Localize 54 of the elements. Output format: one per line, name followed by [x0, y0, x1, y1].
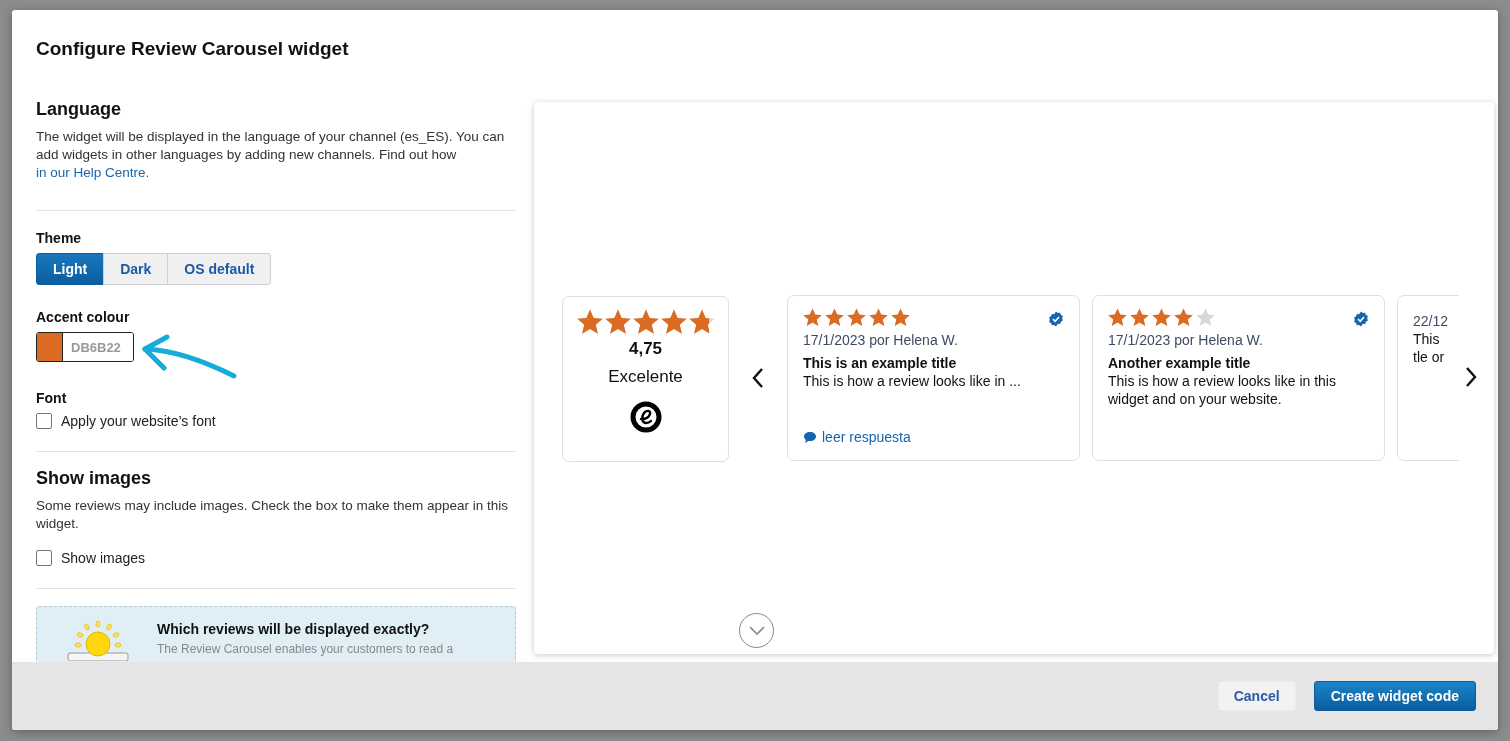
language-description: The widget will be displayed in the language of your channel (es_ES). You can add widgets in other languages by adding new channels. Find out how in our Help Centre. — [36, 128, 506, 182]
star-icon — [891, 308, 910, 327]
logo-icon — [629, 401, 662, 433]
checkbox-label: Apply your website’s font — [61, 413, 216, 429]
accent-colour-label: Accent colour — [36, 309, 131, 325]
theme-option[interactable]: Light — [36, 253, 105, 285]
images-description: Some reviews may include images. Check the box to make them appear in this widget. — [36, 497, 509, 533]
font-label: Font — [36, 390, 68, 406]
create-widget-code-button[interactable]: Create widget code — [1313, 681, 1476, 711]
theme-option[interactable]: Dark — [103, 253, 169, 285]
review-text: This is how a review looks like in this widget and on your website. — [1108, 372, 1337, 408]
review-text: This is how a review looks like in ... — [803, 372, 1022, 390]
read-reply-link[interactable]: leer respuesta — [803, 429, 1064, 445]
star-icon — [1174, 308, 1193, 327]
chevron-right-icon — [1464, 365, 1478, 388]
review-text: This tle or — [1413, 330, 1446, 366]
star-icon — [1130, 308, 1149, 327]
help-centre-link[interactable]: in our Help Centre. — [36, 165, 150, 180]
star-icon — [576, 309, 603, 335]
review-title: This is an example title — [803, 355, 958, 371]
review-date: 22/12 — [1413, 313, 1450, 329]
star-icon — [825, 308, 844, 327]
cancel-button[interactable]: Cancel — [1217, 681, 1296, 711]
dialog-title: Configure Review Carousel widget — [36, 38, 350, 61]
star-icon — [604, 309, 631, 335]
star-icon — [869, 308, 888, 327]
theme-option[interactable]: OS default — [167, 253, 272, 285]
rating-score: 4,75 — [628, 339, 663, 359]
arrow-annotation-icon — [142, 334, 238, 380]
info-text: The Review Carousel enables your customers to read a — [157, 642, 454, 656]
chevron-down-icon — [748, 625, 765, 636]
scroll-down-button[interactable] — [739, 613, 774, 648]
rating-label: Excelente — [608, 367, 683, 387]
section-heading: Language — [36, 99, 122, 120]
star-icon — [632, 309, 659, 335]
star-icon — [1152, 308, 1171, 327]
star-icon — [847, 308, 866, 327]
review-date: 17/1/2023 por Helena W. — [803, 332, 959, 348]
review-date: 17/1/2023 por Helena W. — [1108, 332, 1264, 348]
checkbox[interactable] — [36, 413, 52, 429]
star-icon — [660, 309, 687, 335]
chevron-left-icon — [751, 367, 765, 389]
star-icon — [688, 309, 715, 335]
checkbox-label: Show images — [61, 550, 146, 566]
light-bulb-icon — [65, 619, 129, 661]
theme-label: Theme — [36, 230, 83, 246]
speech-bubble-icon — [803, 430, 817, 444]
section-heading: Show images — [36, 468, 153, 489]
info-title: Which reviews will be displayed exactly? — [157, 621, 431, 637]
checkbox[interactable] — [36, 550, 52, 566]
star-icon — [1108, 308, 1127, 327]
star-icon — [803, 308, 822, 327]
star-icon — [1196, 308, 1215, 327]
review-title: Another example title — [1108, 355, 1252, 371]
